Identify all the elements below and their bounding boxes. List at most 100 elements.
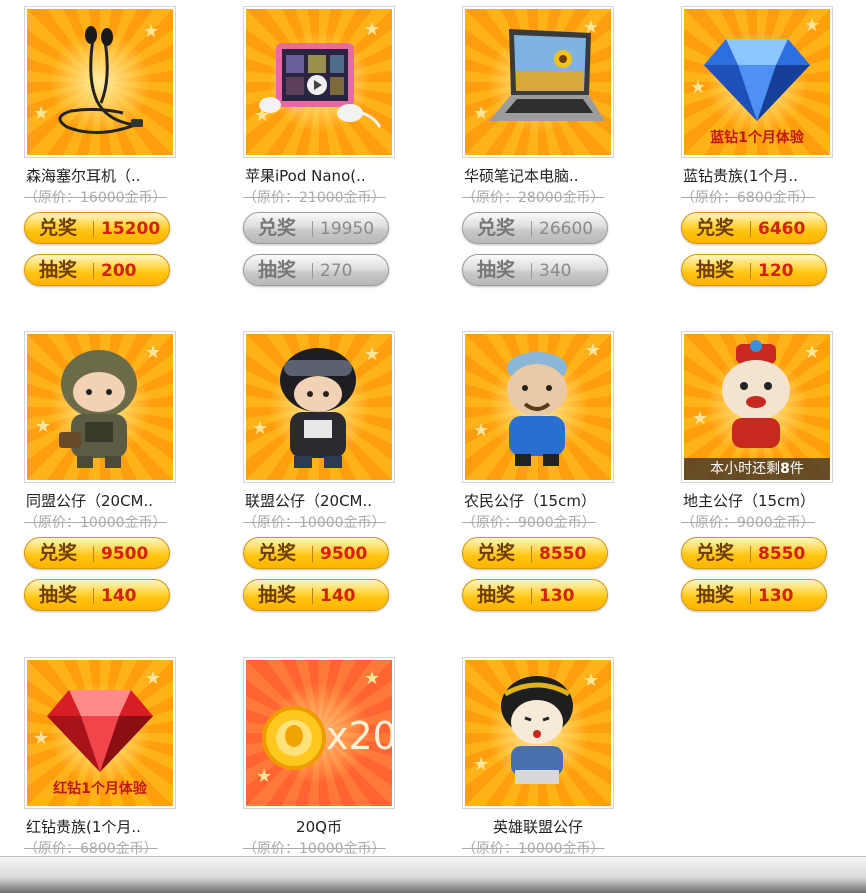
lottery-button[interactable]: 抽奖 130 bbox=[462, 579, 608, 611]
prize-card: ★ ★ 华硕笔记本电脑.. （原价：28000金币） 兑奖 26600 抽奖 34… bbox=[462, 6, 614, 286]
exchange-price: 9500 bbox=[320, 544, 368, 564]
prize-title[interactable]: 森海塞尔耳机（.. bbox=[24, 166, 176, 186]
lottery-label: 抽奖 bbox=[258, 259, 297, 281]
lottery-price: 140 bbox=[320, 586, 356, 606]
hero-doll-icon bbox=[501, 676, 573, 784]
prize-title[interactable]: 联盟公仔（20CM.. bbox=[243, 491, 395, 511]
earphones-icon bbox=[58, 26, 143, 135]
button-divider bbox=[750, 263, 751, 279]
exchange-price: 15200 bbox=[101, 219, 161, 239]
prize-title[interactable]: 苹果iPod Nano(.. bbox=[243, 166, 395, 186]
prize-image[interactable]: ★ ★ 蓝钻1个月体验 bbox=[681, 6, 833, 158]
button-divider bbox=[93, 221, 94, 237]
button-divider bbox=[531, 588, 532, 604]
lottery-price: 130 bbox=[758, 586, 794, 606]
prize-image[interactable]: ★ ★ bbox=[243, 6, 395, 158]
button-divider bbox=[93, 588, 94, 604]
exchange-button[interactable]: 兑奖 8550 bbox=[462, 537, 608, 569]
lottery-button[interactable]: 抽奖 140 bbox=[243, 579, 389, 611]
prize-title[interactable]: 红钻贵族(1个月.. bbox=[24, 817, 176, 837]
prize-image[interactable]: ★ ★ 本小时还剩8件 bbox=[681, 331, 833, 483]
prize-card: ★ ★ x20 20Q币 （原价：10000金币） bbox=[243, 657, 395, 859]
image-caption: 蓝钻1个月体验 bbox=[710, 130, 804, 146]
button-divider bbox=[312, 546, 313, 562]
exchange-price: 6460 bbox=[758, 219, 806, 239]
button-divider bbox=[312, 263, 313, 279]
farmer-doll-icon bbox=[507, 352, 567, 466]
prize-image[interactable]: ★ ★ bbox=[462, 6, 614, 158]
lottery-price: 140 bbox=[101, 586, 137, 606]
lottery-price: 130 bbox=[539, 586, 575, 606]
exchange-button[interactable]: 兑奖 8550 bbox=[681, 537, 827, 569]
prize-image[interactable]: ★ ★ bbox=[24, 331, 176, 483]
lottery-button[interactable]: 抽奖 130 bbox=[681, 579, 827, 611]
lottery-price: 340 bbox=[539, 261, 572, 281]
prize-card: ★ ★ 森海塞尔耳机（.. （原价：16000金币） 兑奖 15200 抽奖 20… bbox=[24, 6, 176, 286]
exchange-price: 8550 bbox=[539, 544, 587, 564]
lottery-button[interactable]: 抽奖 340 bbox=[462, 254, 608, 286]
original-price: （原价：28000金币） bbox=[462, 190, 605, 206]
prize-card: ★ ★ 红钻1个月体验 红钻贵族(1个月.. （原价：6800金币） bbox=[24, 657, 176, 859]
prize-image[interactable]: ★ ★ bbox=[243, 331, 395, 483]
prize-image[interactable]: ★ ★ bbox=[462, 657, 614, 809]
laptop-icon bbox=[489, 29, 605, 121]
button-divider bbox=[750, 588, 751, 604]
prize-title[interactable]: 同盟公仔（20CM.. bbox=[24, 491, 176, 511]
prize-image[interactable]: ★ ★ 红钻1个月体验 bbox=[24, 657, 176, 809]
prize-title[interactable]: 英雄联盟公仔 bbox=[462, 817, 614, 837]
prize-card: ★ ★ 蓝钻1个月体验 蓝钻贵族(1个月.. （原价：6800金币） 兑奖 646… bbox=[681, 6, 833, 286]
prize-image[interactable]: ★ ★ x20 bbox=[243, 657, 395, 809]
exchange-label: 兑奖 bbox=[39, 217, 78, 239]
exchange-button[interactable]: 兑奖 6460 bbox=[681, 212, 827, 244]
exchange-price: 9500 bbox=[101, 544, 149, 564]
prize-title[interactable]: 农民公仔（15cm） bbox=[462, 491, 614, 511]
lottery-button[interactable]: 抽奖 120 bbox=[681, 254, 827, 286]
exchange-price: 26600 bbox=[539, 219, 594, 239]
prize-title[interactable]: 地主公仔（15cm） bbox=[681, 491, 833, 511]
original-price: （原价：9000金币） bbox=[681, 515, 815, 531]
button-divider bbox=[93, 263, 94, 279]
exchange-label: 兑奖 bbox=[696, 542, 735, 564]
exchange-price: 19950 bbox=[320, 219, 375, 239]
original-price: （原价：10000金币） bbox=[24, 515, 167, 531]
original-price: （原价：21000金币） bbox=[243, 190, 386, 206]
lottery-button[interactable]: 抽奖 140 bbox=[24, 579, 170, 611]
exchange-label: 兑奖 bbox=[258, 217, 297, 239]
exchange-button[interactable]: 兑奖 9500 bbox=[243, 537, 389, 569]
prize-card: ★ ★ 本小时还剩8件 地主公仔（15cm） （原价：9000金币） 兑奖 855… bbox=[681, 331, 833, 611]
lottery-label: 抽奖 bbox=[696, 584, 735, 606]
original-price: （原价：16000金币） bbox=[24, 190, 167, 206]
exchange-button[interactable]: 兑奖 15200 bbox=[24, 212, 170, 244]
prize-image[interactable]: ★ ★ bbox=[462, 331, 614, 483]
exchange-button[interactable]: 兑奖 26600 bbox=[462, 212, 608, 244]
window-bottom-bar bbox=[0, 856, 866, 893]
ipod-nano-icon bbox=[259, 43, 382, 128]
lottery-button[interactable]: 抽奖 200 bbox=[24, 254, 170, 286]
goggle-doll-icon bbox=[280, 348, 356, 468]
lottery-label: 抽奖 bbox=[696, 259, 735, 281]
prize-card: ★ ★ 英雄联盟公仔 （原价：10000金币） bbox=[462, 657, 614, 859]
exchange-label: 兑奖 bbox=[477, 217, 516, 239]
button-divider bbox=[531, 546, 532, 562]
prize-title[interactable]: 20Q币 bbox=[243, 817, 395, 837]
exchange-button[interactable]: 兑奖 9500 bbox=[24, 537, 170, 569]
lottery-label: 抽奖 bbox=[39, 259, 78, 281]
original-price: （原价：6800金币） bbox=[681, 190, 815, 206]
prize-image[interactable]: ★ ★ bbox=[24, 6, 176, 158]
lottery-button[interactable]: 抽奖 270 bbox=[243, 254, 389, 286]
lottery-label: 抽奖 bbox=[258, 584, 297, 606]
prize-card: ★★ 联盟公仔（20CM.. （原价：10000金币） 兑奖 9500 抽奖 bbox=[243, 331, 395, 611]
coin-quantity: x20 bbox=[326, 714, 392, 758]
button-divider bbox=[312, 221, 313, 237]
lottery-label: 抽奖 bbox=[477, 259, 516, 281]
exchange-price: 8550 bbox=[758, 544, 806, 564]
exchange-button[interactable]: 兑奖 19950 bbox=[243, 212, 389, 244]
prize-card: ★★ 同盟公仔（20CM.. （原价：10000金币） 兑奖 9500 抽奖 bbox=[24, 331, 176, 611]
prize-title[interactable]: 蓝钻贵族(1个月.. bbox=[681, 166, 833, 186]
button-divider bbox=[93, 546, 94, 562]
button-divider bbox=[531, 263, 532, 279]
button-divider bbox=[312, 588, 313, 604]
button-divider bbox=[750, 221, 751, 237]
prize-title[interactable]: 华硕笔记本电脑.. bbox=[462, 166, 614, 186]
exchange-label: 兑奖 bbox=[39, 542, 78, 564]
